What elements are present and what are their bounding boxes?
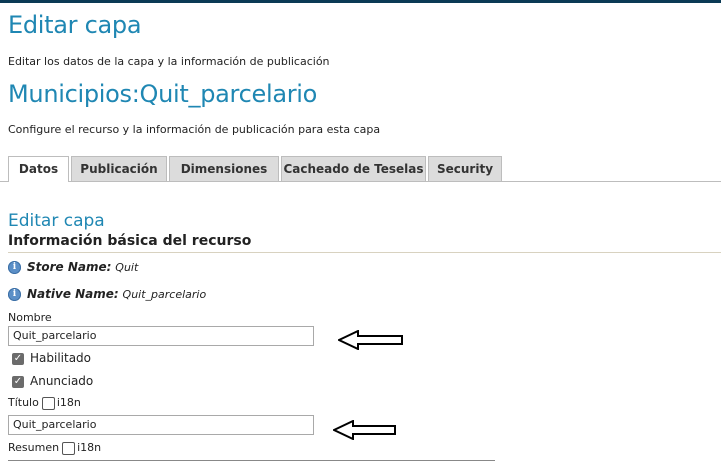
store-name-label: Store Name: [27, 260, 112, 274]
native-name-value: Quit_parcelario [122, 288, 207, 301]
resumen-i18n-label: i18n [77, 441, 102, 454]
habilitado-checkbox[interactable]: ✓ [12, 352, 24, 365]
top-bar [0, 0, 721, 3]
titulo-row: Título i18n [8, 396, 81, 410]
resumen-label: Resumen [8, 441, 60, 454]
titulo-label: Título [8, 396, 39, 409]
nombre-input[interactable]: Quit_parcelario [8, 326, 314, 346]
layer-name-heading: Municipios:Quit_parcelario [8, 80, 318, 108]
tab-datos[interactable]: Datos [8, 156, 69, 182]
section-divider [8, 252, 721, 253]
store-name-value: Quit [115, 261, 139, 274]
tab-dimensiones[interactable]: Dimensiones [169, 156, 279, 181]
resumen-row: Resumen i18n [8, 441, 101, 455]
tab-bar: Datos Publicación Dimensiones Cacheado d… [8, 156, 721, 182]
tab-publicacion[interactable]: Publicación [71, 156, 167, 181]
nombre-label: Nombre [8, 311, 52, 324]
arrow-left-icon [338, 330, 403, 350]
info-icon: i [8, 288, 21, 301]
native-name-row: i Native Name: Quit_parcelario [8, 287, 206, 301]
resumen-textarea-top-edge[interactable] [8, 460, 495, 461]
anunciado-row: ✓ Anunciado [12, 374, 93, 388]
layer-description: Configure el recurso y la información de… [8, 123, 381, 136]
tab-cacheado-teselas[interactable]: Cacheado de Teselas [281, 156, 426, 181]
tab-security[interactable]: Security [428, 156, 502, 181]
arrow-left-icon [333, 420, 396, 440]
store-name-row: i Store Name: Quit [8, 260, 138, 274]
resumen-i18n-checkbox[interactable] [62, 441, 76, 455]
anunciado-checkbox[interactable]: ✓ [12, 375, 24, 388]
habilitado-row: ✓ Habilitado [12, 351, 91, 365]
native-name-label: Native Name: [27, 287, 119, 301]
habilitado-label: Habilitado [30, 351, 92, 365]
section-title: Editar capa [8, 211, 105, 231]
section-subtitle: Información básica del recurso [8, 233, 252, 249]
info-icon: i [8, 261, 21, 274]
titulo-input[interactable]: Quit_parcelario [8, 415, 314, 435]
titulo-i18n-checkbox[interactable] [41, 396, 55, 410]
page-description: Editar los datos de la capa y la informa… [8, 55, 330, 68]
anunciado-label: Anunciado [30, 374, 94, 388]
page-title: Editar capa [8, 11, 142, 39]
titulo-i18n-label: i18n [56, 396, 81, 409]
